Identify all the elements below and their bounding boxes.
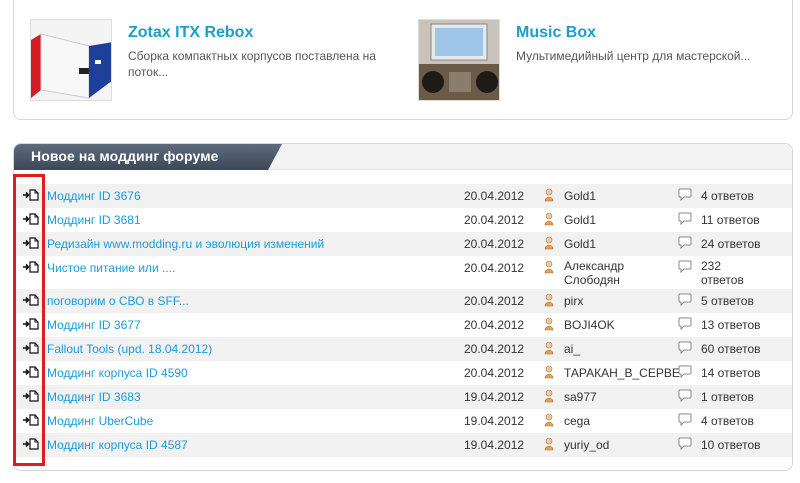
table-row: Чистое питание или .... 20.04.2012 Алексан… [14, 256, 792, 289]
table-row: поговорим о СВО в SFF... 20.04.2012 pirx 5 … [14, 289, 792, 313]
article-title-link[interactable]: Zotax ITX Rebox [128, 24, 253, 42]
reply-count: 4 ответов [701, 189, 754, 203]
topic-link[interactable]: Редизайн www.modding.ru и эволюция измен… [47, 237, 324, 251]
table-row: Моддинг корпуса ID 4590 20.04.2012 ТАРАКАН… [14, 361, 792, 385]
article-thumbnail-zotax[interactable] [30, 19, 112, 101]
highlight-box [13, 174, 45, 466]
topic-author: ТАРАКАН_В_СЕРВЕРЕ [564, 366, 682, 380]
topic-date: 20.04.2012 [464, 237, 525, 251]
reply-count: 4 ответов [701, 414, 754, 428]
topic-date: 19.04.2012 [464, 414, 525, 428]
topic-author: sa977 [564, 390, 597, 404]
user-icon [544, 212, 554, 226]
user-icon [544, 188, 554, 202]
article-thumbnail-music-box[interactable] [418, 19, 500, 101]
topic-author: BOJI4OK [564, 318, 615, 332]
comment-bubble-icon [678, 260, 692, 274]
user-icon [544, 413, 554, 427]
topic-link[interactable]: Моддинг ID 3681 [47, 213, 141, 227]
reply-count: 11 ответов [701, 213, 760, 227]
reply-count: 13 ответов [701, 318, 761, 332]
topic-date: 20.04.2012 [464, 294, 525, 308]
reply-count: 1 ответов [701, 390, 754, 404]
comment-bubble-icon [678, 212, 692, 226]
comment-bubble-icon [678, 389, 692, 403]
comment-bubble-icon [678, 437, 692, 451]
table-row: Моддинг корпуса ID 4587 19.04.2012 yuriy_o… [14, 433, 792, 457]
topic-author: yuriy_od [564, 438, 610, 452]
reply-count: 60 ответов [701, 342, 761, 356]
table-row: Моддинг ID 3681 20.04.2012 Gold1 11 ответов [14, 208, 792, 232]
comment-bubble-icon [678, 341, 692, 355]
article-description: Мультимедийный центр для мастерской... [516, 49, 751, 63]
topic-link[interactable]: Чистое питание или .... [47, 261, 175, 275]
forum-topic-list: Моддинг ID 3676 20.04.2012 Gold1 4 ответов М… [14, 184, 792, 457]
forum-header: Новое на моддинг форуме [14, 144, 282, 170]
reply-count: 10 ответов [701, 438, 761, 452]
topic-date: 20.04.2012 [464, 366, 525, 380]
reply-count: 5 ответов [701, 294, 754, 308]
table-row: Fallout Tools (upd. 18.04.2012) 20.04.201… [14, 337, 792, 361]
table-row: Моддинг ID 3676 20.04.2012 Gold1 4 ответов [14, 184, 792, 208]
topic-date: 20.04.2012 [464, 342, 525, 356]
topic-link[interactable]: Моддинг корпуса ID 4587 [47, 438, 188, 452]
forum-title: Новое на моддинг форуме [31, 148, 219, 164]
comment-bubble-icon [678, 236, 692, 250]
article-title-link[interactable]: Music Box [516, 24, 596, 42]
comment-bubble-icon [678, 317, 692, 331]
reply-count: 24 ответов [701, 237, 761, 251]
topic-date: 19.04.2012 [464, 438, 525, 452]
topic-date: 20.04.2012 [464, 318, 525, 332]
article-zotax: Zotax ITX Rebox Сборка компактных корпус… [30, 19, 400, 101]
topic-author: Александр Слободян [564, 259, 625, 287]
user-icon [544, 260, 554, 274]
reply-count: 232 ответов [701, 259, 744, 287]
articles-panel: Zotax ITX Rebox Сборка компактных корпус… [13, 0, 793, 120]
table-row: Редизайн www.modding.ru и эволюция измен… [14, 232, 792, 256]
user-icon [544, 317, 554, 331]
reply-count: 14 ответов [701, 366, 761, 380]
topic-date: 20.04.2012 [464, 261, 525, 275]
topic-date: 19.04.2012 [464, 390, 525, 404]
user-icon [544, 341, 554, 355]
topic-link[interactable]: Моддинг ID 3677 [47, 318, 141, 332]
user-icon [544, 236, 554, 250]
forum-panel: Новое на моддинг форуме Моддинг ID 3676 2… [13, 143, 793, 471]
topic-link[interactable]: поговорим о СВО в SFF... [47, 294, 189, 308]
topic-author: Gold1 [564, 237, 597, 251]
topic-link[interactable]: Моддинг ID 3676 [47, 189, 141, 203]
topic-link[interactable]: Моддинг корпуса ID 4590 [47, 366, 188, 380]
user-icon [544, 293, 554, 307]
topic-date: 20.04.2012 [464, 189, 525, 203]
user-icon [544, 389, 554, 403]
table-row: Моддинг UberCube 19.04.2012 cega 4 ответов [14, 409, 792, 433]
table-row: Моддинг ID 3677 20.04.2012 BOJI4OK 13 ответ… [14, 313, 792, 337]
comment-bubble-icon [678, 365, 692, 379]
article-music-box: Music Box Мультимедийный центр для масте… [418, 19, 788, 101]
comment-bubble-icon [678, 188, 692, 202]
user-icon [544, 437, 554, 451]
table-row: Моддинг ID 3683 19.04.2012 sa977 1 ответов [14, 385, 792, 409]
user-icon [544, 365, 554, 379]
topic-author: ai_ [564, 342, 581, 356]
comment-bubble-icon [678, 413, 692, 427]
topic-author: Gold1 [564, 213, 597, 227]
topic-author: pirx [564, 294, 584, 308]
topic-link[interactable]: Fallout Tools (upd. 18.04.2012) [47, 342, 212, 356]
topic-link[interactable]: Моддинг ID 3683 [47, 390, 141, 404]
topic-author: Gold1 [564, 189, 597, 203]
article-description: Сборка компактных корпусов поставлена на… [128, 49, 376, 79]
topic-link[interactable]: Моддинг UberCube [47, 414, 153, 428]
topic-author: cega [564, 414, 591, 428]
comment-bubble-icon [678, 293, 692, 307]
topic-date: 20.04.2012 [464, 213, 525, 227]
